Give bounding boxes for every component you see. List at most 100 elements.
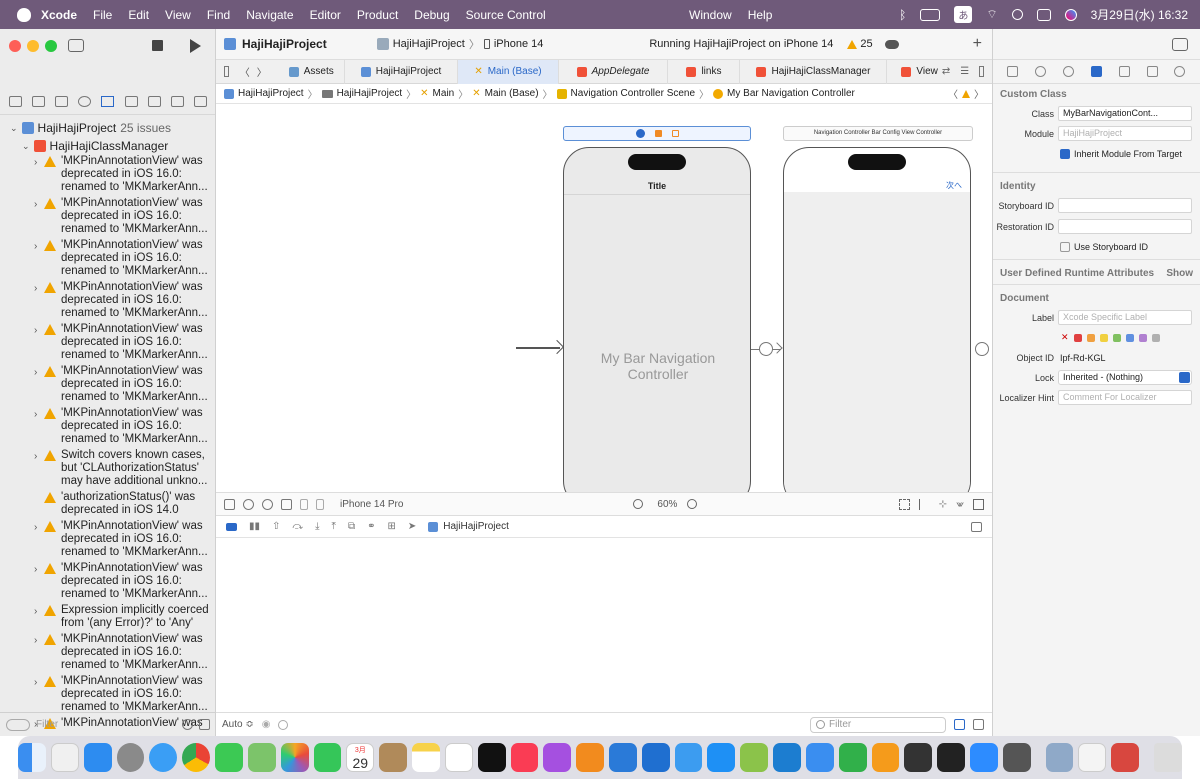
report-navigator-icon[interactable] — [193, 96, 207, 107]
kotoeri-icon[interactable] — [1111, 743, 1140, 772]
tab-classmanager[interactable]: HajiHajiClassManager — [740, 59, 888, 84]
menu-window[interactable]: Window — [689, 8, 732, 22]
tab-assets[interactable]: Assets — [279, 59, 345, 84]
minimize-window-button[interactable] — [27, 40, 39, 52]
tab-appdelegate[interactable]: AppDelegate — [559, 59, 669, 84]
zoom-out-icon[interactable] — [633, 499, 644, 509]
resolve-issues-icon[interactable]: ⩖ — [956, 499, 964, 510]
disclosure-right-icon[interactable]: › — [34, 282, 44, 320]
wifi-icon[interactable]: ⌔ — [986, 7, 997, 22]
controller-icon[interactable] — [635, 129, 645, 138]
github-desktop-icon[interactable] — [904, 743, 933, 772]
navigation-controller-scene[interactable]: Title My Bar Navigation Controller — [563, 147, 751, 492]
breakpoint-navigator-icon[interactable] — [170, 96, 184, 107]
textedit-icon[interactable] — [1078, 743, 1107, 772]
quick-help-icon[interactable] — [1063, 66, 1075, 77]
process-selector[interactable]: HajiHajiProject — [428, 521, 509, 532]
disclosure-right-icon[interactable]: › — [34, 156, 44, 194]
filter-options-icon[interactable] — [6, 718, 30, 731]
storyboard-canvas[interactable]: Title My Bar Navigation Controller Navig… — [216, 104, 992, 492]
navigator-filter-input[interactable]: Filter — [36, 719, 176, 730]
inspector-toggle-icon[interactable] — [1172, 38, 1188, 51]
terminal-icon[interactable] — [937, 743, 965, 772]
project-navigator-icon[interactable] — [9, 96, 23, 107]
storyboard-id-field[interactable] — [1058, 198, 1192, 213]
apple-menu-icon[interactable] — [17, 7, 31, 22]
breadcrumb-main-base[interactable]: Main (Base) — [485, 88, 539, 99]
calculator-icon[interactable] — [1002, 743, 1031, 772]
system-settings-icon[interactable] — [116, 743, 145, 772]
label-color-swatch[interactable] — [1151, 333, 1160, 342]
menu-source-control[interactable]: Source Control — [466, 8, 546, 22]
forward-icon[interactable]: 〉 — [257, 64, 267, 79]
breakpoints-toggle-icon[interactable]: ▮▮ — [249, 521, 260, 532]
issue-row[interactable]: › 'MKPinAnnotationView' was deprecated in… — [0, 155, 215, 194]
pages-icon[interactable] — [871, 743, 900, 772]
input-method-icon[interactable]: あ — [954, 6, 973, 23]
warning-icon[interactable] — [962, 89, 970, 98]
next-bar-button[interactable]: 次へ — [946, 180, 962, 191]
xcode-icon[interactable] — [641, 743, 670, 772]
facetime-icon[interactable] — [313, 743, 342, 772]
issue-prev-icon[interactable]: 〈 — [948, 86, 958, 101]
disclosure-right-icon[interactable]: › — [34, 324, 44, 362]
navigation-bar-title[interactable]: Title — [564, 181, 750, 191]
inherit-module-checkbox[interactable] — [1060, 148, 1070, 159]
debug-area-toggle-icon[interactable] — [971, 521, 982, 532]
segue-icon[interactable] — [759, 342, 773, 356]
step-into-icon[interactable]: ⤓ — [315, 521, 319, 532]
zoom-level[interactable]: 60% — [657, 499, 677, 510]
zoom-icon[interactable] — [969, 743, 998, 772]
lock-dropdown[interactable]: Inherited - (Nothing) — [1058, 370, 1192, 385]
disclosure-right-icon[interactable]: › — [34, 408, 44, 446]
menu-navigate[interactable]: Navigate — [246, 8, 293, 22]
debug-navigator-icon[interactable] — [147, 96, 161, 107]
find-navigator-icon[interactable] — [78, 96, 92, 107]
reminders-icon[interactable] — [444, 743, 473, 772]
label-color-swatch[interactable] — [1073, 333, 1082, 342]
source-control-navigator-icon[interactable] — [32, 96, 46, 107]
attributes-inspector-icon[interactable] — [1118, 66, 1130, 77]
music-icon[interactable] — [510, 743, 539, 772]
messages-icon[interactable] — [215, 743, 243, 772]
disclosure-right-icon[interactable]: › — [34, 240, 44, 278]
spotlight-search-icon[interactable] — [1011, 9, 1023, 20]
menu-editor[interactable]: Editor — [310, 8, 341, 22]
mail-icon[interactable] — [83, 743, 112, 772]
localizer-hint-field[interactable]: Comment For Localizer — [1058, 390, 1192, 405]
disclosure-right-icon[interactable]: › — [34, 605, 44, 630]
disclosure-right-icon[interactable]: › — [34, 366, 44, 404]
breadcrumb-main[interactable]: Main — [433, 88, 455, 99]
bar-config-scene[interactable]: 次へ — [783, 147, 971, 492]
siri-icon[interactable] — [1064, 8, 1077, 21]
control-center-icon[interactable] — [1036, 8, 1051, 21]
device-landscape-icon[interactable] — [316, 498, 324, 510]
scheme-selector[interactable]: HajiHajiProject — [376, 38, 465, 50]
cloud-icon[interactable] — [884, 39, 899, 49]
chrome-icon[interactable] — [182, 743, 211, 772]
run-destination-selector[interactable]: iPhone 14 — [483, 38, 543, 50]
issue-row[interactable]: › Expression implicitly coerced from '(an… — [0, 604, 215, 630]
warnings-filter-icon[interactable] — [199, 719, 210, 730]
issue-row[interactable]: › 'MKPinAnnotationView' was deprecated in… — [0, 323, 215, 362]
restoration-id-field[interactable] — [1058, 219, 1192, 234]
breadcrumb-controller[interactable]: My Bar Navigation Controller — [727, 88, 855, 99]
issue-row[interactable]: 'authorizationStatus()' was deprecated i… — [0, 491, 215, 517]
test-navigator-icon[interactable] — [124, 96, 138, 107]
calendar-icon[interactable]: 3月 29 — [346, 743, 375, 772]
tab-project[interactable]: HajiHajiProject — [345, 59, 459, 84]
exit-icon[interactable] — [671, 130, 679, 137]
step-over-icon[interactable]: ⤼ — [292, 521, 303, 532]
issue-row[interactable]: › 'MKPinAnnotationView' was deprecated in… — [0, 281, 215, 320]
menu-edit[interactable]: Edit — [128, 8, 149, 22]
accessibility-icon[interactable] — [262, 498, 273, 510]
appearance-icon[interactable] — [243, 498, 254, 510]
apple-tv-icon[interactable] — [477, 743, 506, 772]
tab-main-base[interactable]: ✕ Main (Base) — [458, 59, 559, 84]
history-inspector-icon[interactable] — [1035, 66, 1047, 77]
bluetooth-icon[interactable]: ᛒ — [899, 8, 906, 22]
vscode-icon[interactable] — [773, 743, 801, 772]
books-icon[interactable] — [576, 743, 604, 772]
issue-row[interactable]: › 'MKPinAnnotationView' was deprecated in… — [0, 633, 215, 672]
outgoing-segue-icon[interactable] — [975, 342, 989, 356]
